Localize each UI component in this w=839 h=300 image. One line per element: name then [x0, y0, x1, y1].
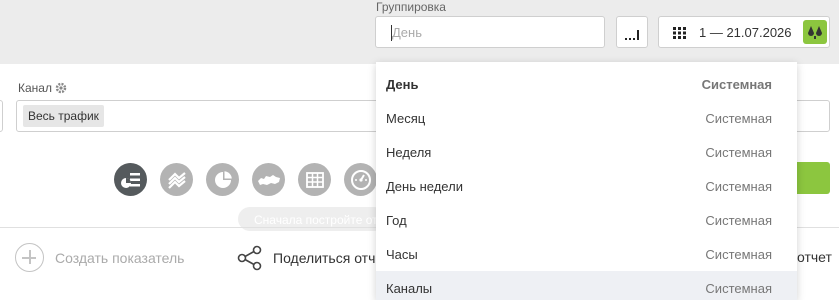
grouping-placeholder: День — [392, 24, 422, 40]
dropdown-item[interactable]: Часы Системная — [376, 237, 797, 271]
create-indicator-button[interactable]: Создать показатель — [15, 243, 184, 272]
table-icon[interactable] — [298, 163, 331, 196]
dropdown-item-type: Системная — [705, 212, 772, 228]
sort-icon — [625, 30, 639, 40]
grouping-dropdown: День Системная Месяц Системная Неделя Си… — [376, 62, 797, 300]
scales-icon — [808, 26, 822, 39]
dropdown-item-type: Системная — [705, 144, 772, 160]
left-field-edge — [0, 100, 3, 132]
dropdown-item-name: Месяц — [386, 110, 426, 126]
dropdown-item-name: Год — [386, 212, 407, 228]
dropdown-item[interactable]: Неделя Системная — [376, 135, 797, 169]
dropdown-item-name: Каналы — [386, 280, 433, 296]
dropdown-item-type: Системная — [705, 178, 772, 194]
dropdown-item-name: День недели — [386, 178, 463, 194]
date-range-text: 1 — 21.07.2026 — [699, 25, 792, 40]
map-icon[interactable] — [252, 163, 285, 196]
calendar-icon — [673, 27, 686, 39]
text-caret — [391, 25, 392, 41]
grouping-input[interactable]: День — [375, 16, 605, 48]
grouping-label: Группировка — [376, 0, 446, 14]
visualization-toolbar — [114, 163, 377, 197]
channel-label-text: Канал — [18, 81, 52, 95]
channel-label: Канал — [18, 81, 67, 95]
dropdown-item[interactable]: Месяц Системная — [376, 101, 797, 135]
dropdown-item-type: Системная — [705, 110, 772, 126]
dropdown-item-name: Часы — [386, 246, 418, 262]
plus-icon — [15, 243, 44, 272]
area-chart-icon[interactable] — [160, 163, 193, 196]
dropdown-item-type: Системная — [705, 280, 772, 296]
pie-chart-icon[interactable] — [206, 163, 239, 196]
dropdown-item[interactable]: День недели Системная — [376, 169, 797, 203]
dropdown-item-type: Системная — [701, 76, 772, 92]
dropdown-item-name: День — [386, 76, 419, 92]
dropdown-item-name: Неделя — [386, 144, 432, 160]
build-report-button[interactable] — [796, 162, 830, 194]
dropdown-item[interactable]: Каналы Системная — [376, 271, 797, 300]
gauge-icon[interactable] — [344, 163, 377, 196]
dropdown-item-type: Системная — [705, 246, 772, 262]
channel-chip[interactable]: Весь трафик — [23, 105, 104, 127]
date-range-picker[interactable]: 1 — 21.07.2026 — [658, 16, 830, 48]
summary-chart-icon[interactable] — [114, 163, 147, 196]
gear-icon[interactable] — [55, 82, 67, 94]
share-icon — [237, 245, 262, 271]
dropdown-item[interactable]: День Системная — [376, 67, 797, 101]
compare-periods-button[interactable] — [803, 20, 827, 44]
create-indicator-label: Создать показатель — [55, 249, 185, 266]
report-link[interactable]: отчет — [797, 249, 832, 265]
sort-button[interactable] — [616, 16, 648, 48]
dropdown-item[interactable]: Год Системная — [376, 203, 797, 237]
